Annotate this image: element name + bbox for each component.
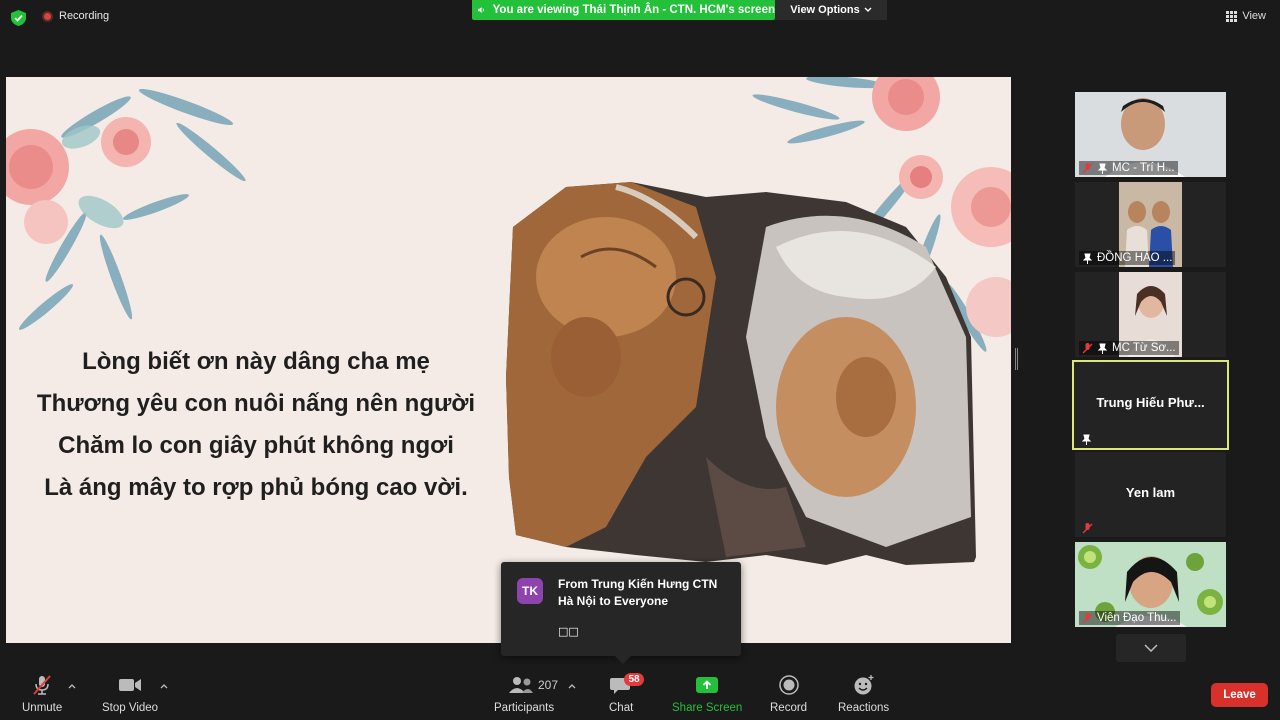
mic-muted-icon xyxy=(1082,612,1093,623)
participant-tile-active-speaker[interactable]: Trung Hiếu Phư... xyxy=(1072,360,1229,450)
unmute-button[interactable]: Unmute xyxy=(22,674,62,714)
panel-resize-handle[interactable] xyxy=(1015,348,1018,370)
participant-tile[interactable]: MC Từ Sơ... xyxy=(1075,272,1226,357)
participant-caption xyxy=(1078,433,1095,446)
participant-caption: MC Từ Sơ... xyxy=(1079,341,1179,355)
video-camera-icon xyxy=(119,679,142,691)
record-button[interactable]: Record xyxy=(770,674,807,714)
chat-notification[interactable]: TK From Trung Kiến Hưng CTN Hà Nội to Ev… xyxy=(501,562,741,664)
participant-tile[interactable]: MC - Trí H... xyxy=(1075,92,1226,177)
reactions-label: Reactions xyxy=(838,702,890,714)
pin-icon xyxy=(1097,343,1108,354)
poem-line: Thương yêu con nuôi nấng nên người xyxy=(36,390,476,417)
participant-name: Yen lam xyxy=(1125,485,1176,500)
recording-label: Recording xyxy=(59,10,110,22)
toast-pointer xyxy=(615,656,631,664)
security-shield-icon[interactable] xyxy=(11,10,26,26)
record-label: Record xyxy=(770,702,808,714)
mic-muted-icon xyxy=(1082,342,1093,353)
view-options-button[interactable]: View Options xyxy=(775,0,887,20)
recording-dot-icon xyxy=(42,10,53,22)
share-screen-button[interactable]: Share Screen xyxy=(672,674,742,714)
chevron-down-icon xyxy=(864,7,872,12)
shared-screen-slide: Lòng biết ơn này dâng cha mẹ Thương yêu … xyxy=(6,77,1011,643)
participants-label: Participants xyxy=(494,702,555,714)
video-options-caret-icon[interactable] xyxy=(160,682,168,690)
participant-tile[interactable]: ĐỒNG HÀO ... xyxy=(1075,182,1226,267)
participant-caption: ĐỒNG HÀO ... xyxy=(1079,251,1176,265)
speaker-icon xyxy=(478,6,484,14)
share-screen-label: Share Screen xyxy=(672,702,743,714)
view-options-label: View Options xyxy=(790,4,860,16)
top-bar: Recording You are viewing Thái Thịnh Ân … xyxy=(0,0,1280,36)
reactions-button[interactable]: Reactions xyxy=(838,674,889,714)
poem-text: Lòng biết ơn này dâng cha mẹ Thương yêu … xyxy=(6,341,506,509)
chat-message-text: □□ xyxy=(558,625,579,638)
unmute-label: Unmute xyxy=(22,702,63,714)
poem-line: Lòng biết ơn này dâng cha mẹ xyxy=(82,348,430,375)
view-label: View xyxy=(1242,10,1266,22)
participant-name: Viên Đạo Thu... xyxy=(1097,612,1177,624)
participant-name: MC - Trí H... xyxy=(1112,162,1175,174)
chat-sender-line: From Trung Kiến Hưng CTN Hà Nội to Every… xyxy=(558,577,718,608)
screen-share-banner: You are viewing Thái Thịnh Ân - CTN. HCM… xyxy=(472,0,775,20)
stop-video-button[interactable]: Stop Video xyxy=(102,674,158,714)
chat-unread-badge: 58 xyxy=(624,673,644,686)
chat-label: Chat xyxy=(609,702,634,714)
pin-icon xyxy=(1097,163,1108,174)
participant-caption: MC - Trí H... xyxy=(1079,161,1178,175)
zoom-meeting-window: Recording You are viewing Thái Thịnh Ân … xyxy=(0,0,1280,720)
view-button[interactable]: View xyxy=(1226,10,1266,22)
pin-icon xyxy=(1082,253,1093,264)
recording-indicator[interactable]: Recording xyxy=(42,10,109,22)
share-screen-icon xyxy=(696,677,719,693)
gallery-scroll-down-button[interactable] xyxy=(1116,634,1186,662)
participant-tile[interactable]: Yen lam xyxy=(1075,452,1226,537)
mic-muted-icon xyxy=(1082,162,1093,173)
chevron-down-icon xyxy=(1144,644,1158,652)
participant-caption xyxy=(1079,522,1096,535)
participants-options-caret-icon[interactable] xyxy=(568,682,576,690)
stop-video-label: Stop Video xyxy=(102,702,159,714)
sender-avatar: TK xyxy=(517,578,543,604)
grid-icon xyxy=(1226,10,1238,22)
participants-count: 207 xyxy=(538,678,559,692)
mic-muted-icon xyxy=(33,675,51,695)
participant-name: ĐỒNG HÀO ... xyxy=(1097,252,1173,264)
participant-name: MC Từ Sơ... xyxy=(1112,342,1176,354)
participant-name: Trung Hiếu Phư... xyxy=(1096,395,1205,410)
record-icon xyxy=(778,675,799,695)
share-banner-text: You are viewing Thái Thịnh Ân - CTN. HCM… xyxy=(492,4,775,16)
participant-tile[interactable]: Viên Đạo Thu... xyxy=(1075,542,1226,627)
meeting-toolbar: Unmute Stop Video Participants Chat Shar… xyxy=(0,664,1280,720)
poem-line: Là áng mây to rợp phủ bóng cao vời. xyxy=(44,474,468,501)
poem-line: Chăm lo con giây phút không ngơi xyxy=(58,432,454,459)
audio-options-caret-icon[interactable] xyxy=(68,682,76,690)
mic-muted-icon xyxy=(1082,523,1093,534)
participant-caption: Viên Đạo Thu... xyxy=(1079,611,1180,625)
leave-button[interactable]: Leave xyxy=(1211,683,1268,707)
pin-icon xyxy=(1081,434,1092,445)
smiley-icon xyxy=(854,675,874,695)
